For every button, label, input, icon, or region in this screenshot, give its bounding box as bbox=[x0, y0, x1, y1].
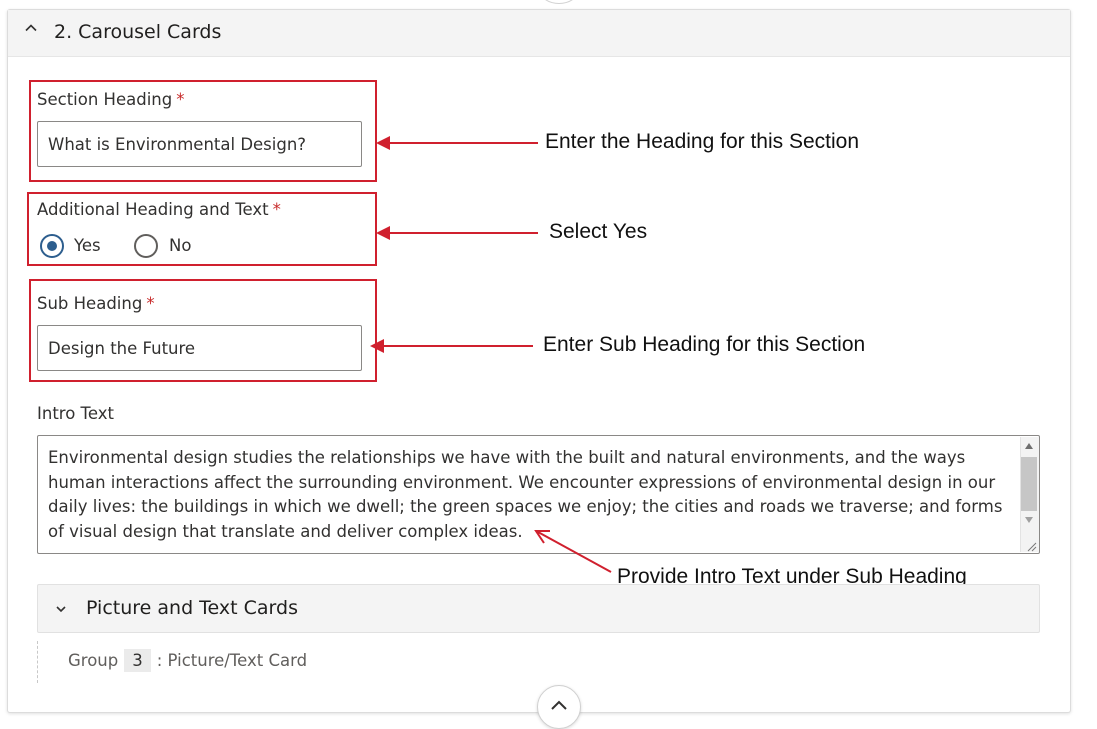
section-heading-input[interactable]: What is Environmental Design? bbox=[37, 121, 362, 167]
scrollbar-thumb[interactable] bbox=[1021, 457, 1037, 511]
section-heading-value: What is Environmental Design? bbox=[48, 134, 307, 154]
additional-heading-label: Additional Heading and Text * bbox=[37, 200, 281, 219]
resize-handle-icon[interactable] bbox=[1026, 541, 1037, 552]
section-heading-label: Section Heading * bbox=[37, 90, 185, 109]
scroll-up-icon[interactable] bbox=[1024, 442, 1034, 450]
required-marker: * bbox=[272, 200, 281, 219]
annotation-yes: Select Yes bbox=[549, 220, 648, 243]
group-row: Group 3 : Picture/Text Card bbox=[68, 649, 307, 672]
radio-no[interactable] bbox=[134, 234, 158, 258]
chevron-up-icon[interactable] bbox=[24, 21, 38, 35]
sub-heading-value: Design the Future bbox=[48, 338, 196, 358]
annotation-arrow-intro bbox=[534, 530, 612, 573]
annotation-arrow-heading bbox=[388, 142, 538, 144]
group-label: Group bbox=[68, 651, 119, 670]
scroll-down-icon[interactable] bbox=[1024, 516, 1034, 524]
chevron-down-icon[interactable] bbox=[55, 603, 67, 615]
required-marker: * bbox=[146, 294, 155, 313]
intro-text-value: Environmental design studies the relatio… bbox=[48, 448, 1003, 541]
annotation-arrow-subheading bbox=[383, 345, 533, 347]
arrow-head-icon bbox=[376, 226, 390, 240]
chevron-up-icon[interactable] bbox=[550, 698, 568, 712]
group-suffix: : Picture/Text Card bbox=[156, 651, 308, 670]
required-marker: * bbox=[176, 90, 185, 109]
radio-yes-label[interactable]: Yes bbox=[74, 236, 101, 255]
annotation-arrow-yes bbox=[388, 232, 538, 234]
annotation-subheading: Enter Sub Heading for this Section bbox=[543, 333, 866, 356]
group-number-badge: 3 bbox=[124, 649, 151, 672]
radio-no-label[interactable]: No bbox=[169, 236, 191, 255]
arrow-head-icon bbox=[370, 339, 384, 353]
sub-heading-label: Sub Heading * bbox=[37, 294, 155, 313]
sub-heading-input[interactable]: Design the Future bbox=[37, 325, 362, 371]
picture-text-cards-title: Picture and Text Cards bbox=[86, 597, 298, 619]
top-scroll-nub bbox=[540, 0, 578, 4]
arrow-head-icon bbox=[376, 136, 390, 150]
section-title: 2. Carousel Cards bbox=[54, 21, 222, 43]
intro-text-label: Intro Text bbox=[37, 404, 114, 423]
group-tree-line bbox=[37, 641, 38, 683]
annotation-heading: Enter the Heading for this Section bbox=[545, 130, 860, 153]
radio-yes[interactable] bbox=[40, 234, 64, 258]
